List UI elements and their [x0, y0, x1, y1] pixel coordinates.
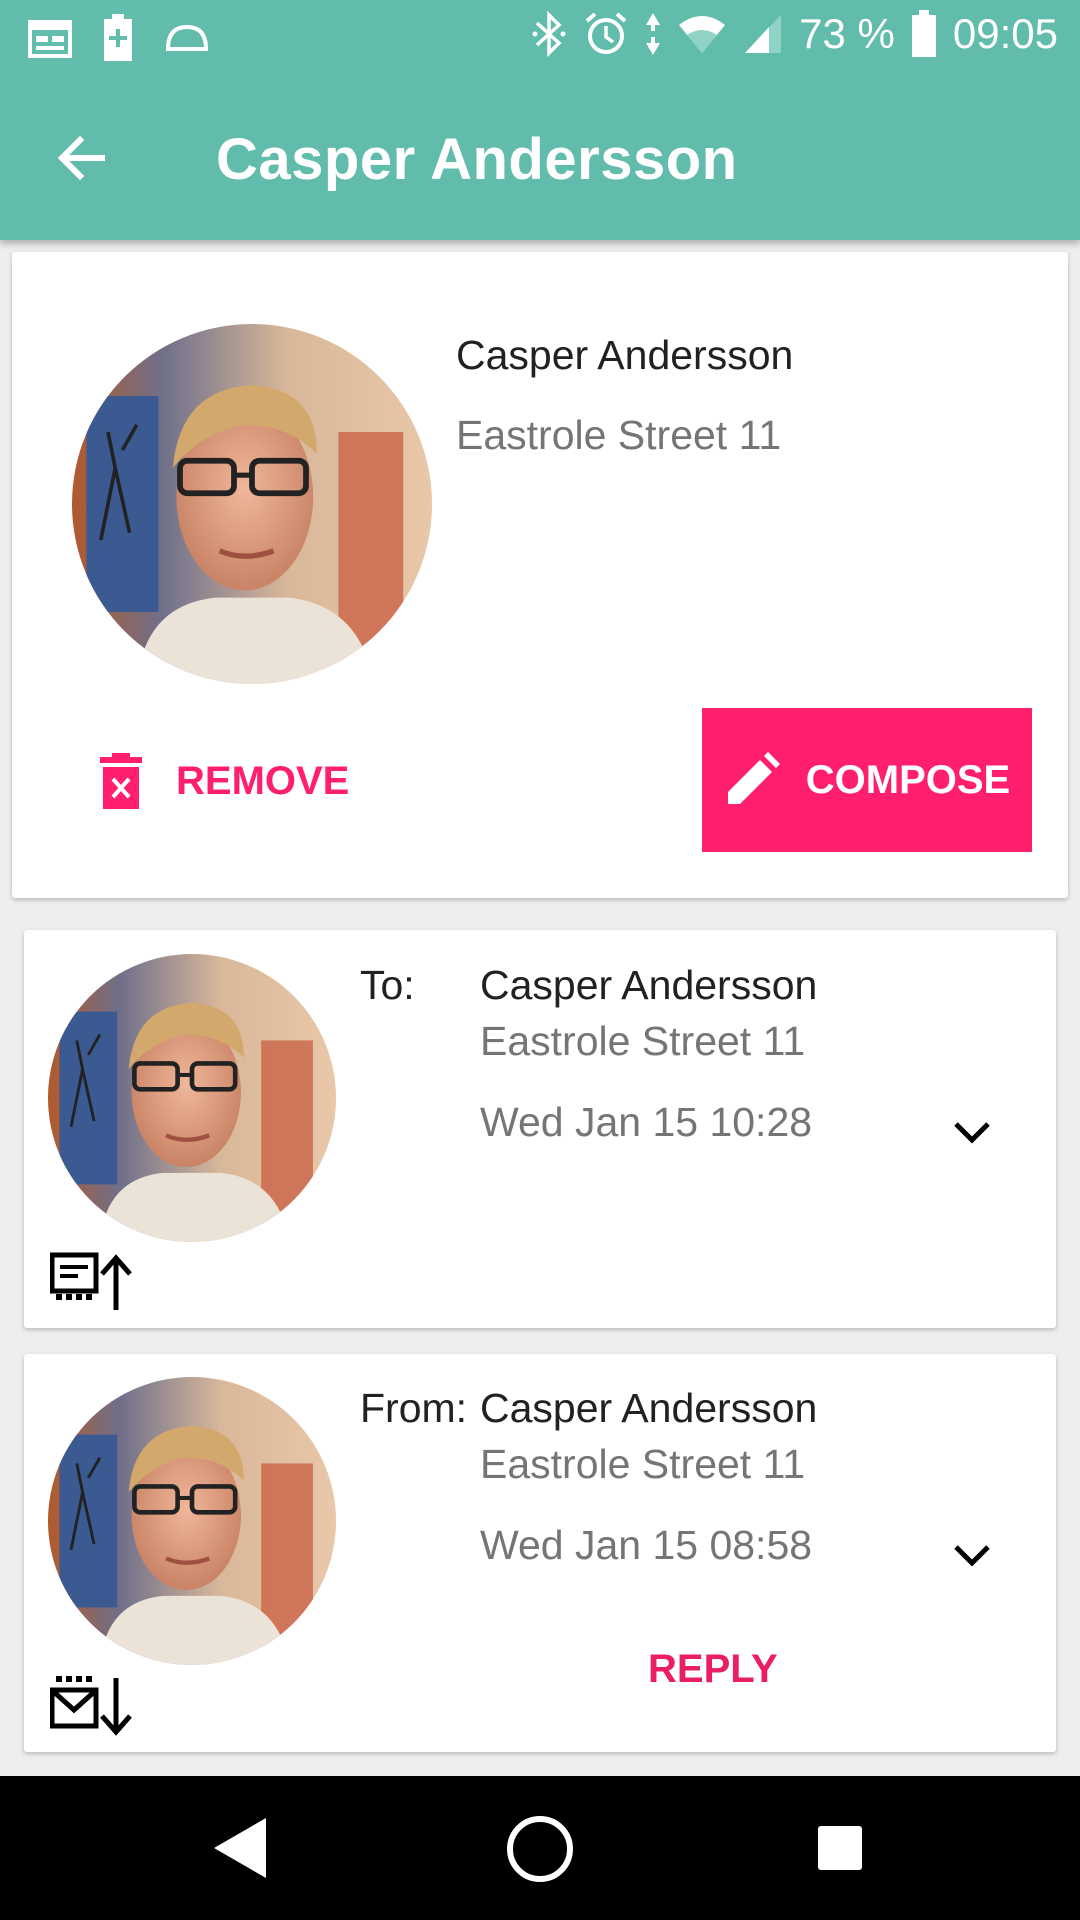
contact-address: Eastrole Street 11 [456, 412, 782, 458]
nav-home-icon[interactable] [505, 1814, 575, 1884]
chevron-down-icon[interactable] [950, 1116, 994, 1146]
data-arrows-icon [646, 13, 661, 55]
message-datetime: Wed Jan 15 08:58 [480, 1522, 813, 1568]
message-direction-label: From: [360, 1385, 468, 1431]
message-direction-label: To: [360, 962, 415, 1008]
nav-back-icon[interactable] [212, 1816, 268, 1880]
sent-message-icon [50, 1252, 132, 1310]
app-bar: 73 % 09:05 Casper Andersson [0, 0, 1080, 240]
chevron-down-icon[interactable] [950, 1539, 994, 1569]
pencil-icon [727, 752, 780, 804]
compose-button-label: COMPOSE [805, 757, 1011, 802]
arc-icon [165, 24, 209, 51]
battery-saver-icon [104, 14, 132, 61]
compose-button[interactable]: COMPOSE [702, 708, 1032, 852]
message-contact-name: Casper Andersson [480, 1385, 818, 1431]
message-contact-name: Casper Andersson [480, 962, 818, 1008]
message-avatar [48, 1377, 336, 1665]
battery-icon [911, 10, 936, 57]
arrow-back-icon[interactable] [54, 130, 110, 186]
remove-button-label: REMOVE [176, 758, 350, 803]
reply-button[interactable]: REPLY [648, 1647, 778, 1692]
battery-percent: 73 % [799, 10, 895, 57]
contact-name: Casper Andersson [456, 332, 794, 378]
nav-recents-icon[interactable] [816, 1824, 864, 1872]
wifi-icon [679, 16, 726, 53]
page-title: Casper Andersson [216, 127, 738, 192]
status-bar: 73 % 09:05 [0, 0, 1080, 76]
system-nav-bar [0, 1776, 1080, 1920]
message-contact-address: Eastrole Street 11 [480, 1018, 806, 1064]
contact-avatar[interactable] [72, 324, 432, 684]
alarm-icon [585, 12, 627, 54]
delete-icon [100, 753, 142, 809]
bluetooth-icon [532, 11, 566, 57]
signal-icon [745, 15, 782, 53]
message-avatar [48, 954, 336, 1242]
calendar-icon [28, 20, 72, 58]
received-mail-icon [50, 1676, 132, 1736]
clock: 09:05 [952, 10, 1058, 57]
remove-button[interactable]: REMOVE [100, 745, 349, 817]
message-datetime: Wed Jan 15 10:28 [480, 1099, 813, 1145]
message-contact-address: Eastrole Street 11 [480, 1441, 806, 1487]
